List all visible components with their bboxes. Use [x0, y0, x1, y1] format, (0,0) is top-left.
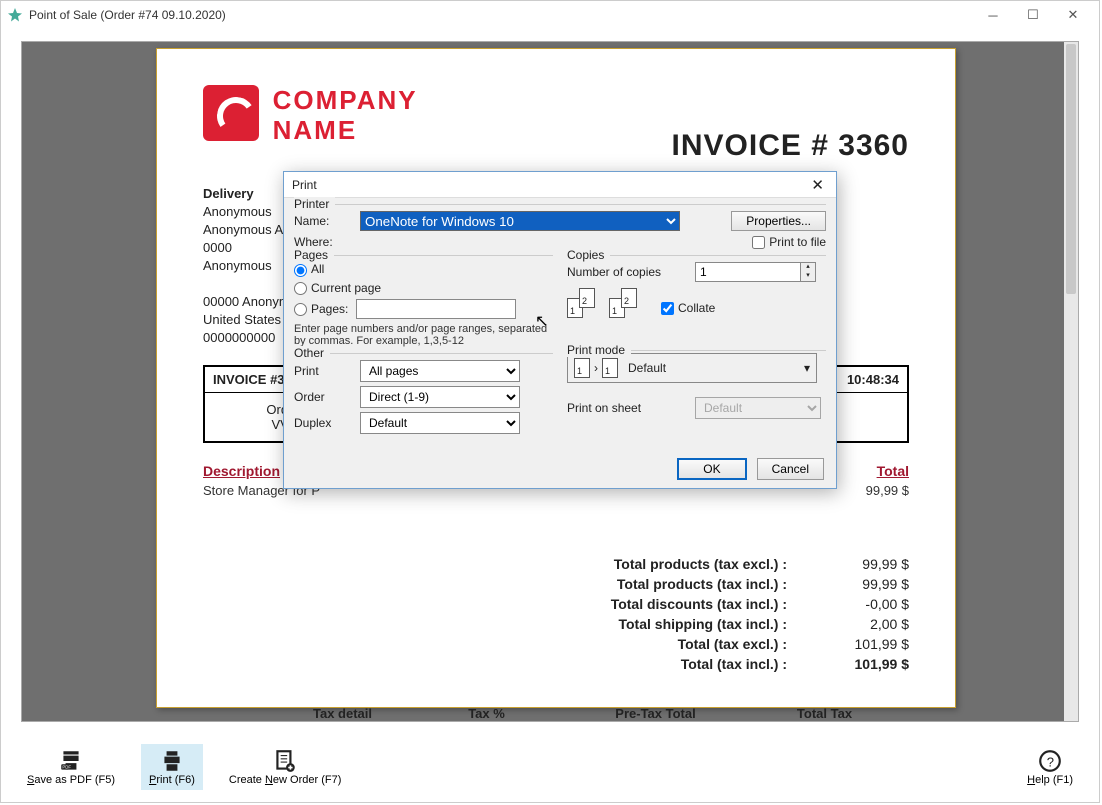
- print-pages-select[interactable]: All pages: [360, 360, 520, 382]
- cancel-button[interactable]: Cancel: [757, 458, 824, 480]
- printer-icon: [159, 748, 185, 774]
- printer-name-label: Name:: [294, 214, 352, 228]
- print-to-file-checkbox[interactable]: Print to file: [752, 235, 826, 249]
- dialog-titlebar: Print ✕: [284, 172, 836, 198]
- print-on-sheet-select: Default: [695, 397, 821, 419]
- print-mode-group: Print mode 1 › 1 Default ▾ Print on shee…: [567, 350, 826, 419]
- maximize-button[interactable]: ☐: [1013, 3, 1053, 27]
- totals-block: Total products (tax excl.) :99,99 $Total…: [203, 554, 909, 674]
- dialog-close-button[interactable]: ✕: [807, 176, 828, 194]
- other-group: Other Print All pages Order Direct (1-9)…: [294, 353, 553, 434]
- dialog-title: Print: [292, 178, 317, 192]
- new-order-icon: [272, 748, 298, 774]
- copies-spinner[interactable]: ▴▾: [801, 262, 816, 282]
- ok-button[interactable]: OK: [677, 458, 746, 480]
- pages-hint: Enter page numbers and/or page ranges, s…: [294, 323, 553, 347]
- pages-group: Pages All Current page Pages: Enter page…: [294, 255, 553, 347]
- invoice-title: INVOICE # 3360: [672, 129, 909, 163]
- tax-row: Products 0.00 99.99 $ 0.00 $: [203, 721, 909, 722]
- bottom-toolbar: PDF Save as PDF (F5) Print (F6) Create N…: [1, 732, 1099, 802]
- app-icon: [7, 7, 23, 23]
- collate-checkbox[interactable]: Collate: [661, 301, 715, 315]
- main-window: Point of Sale (Order #74 09.10.2020) ─ ☐…: [0, 0, 1100, 803]
- minimize-button[interactable]: ─: [973, 3, 1013, 27]
- company-name: COMPANYNAME: [273, 85, 418, 145]
- print-dialog: Print ✕ Printer Name: OneNote for Window…: [283, 171, 837, 489]
- help-icon: ?: [1037, 748, 1063, 774]
- titlebar: Point of Sale (Order #74 09.10.2020) ─ ☐…: [1, 1, 1099, 29]
- close-button[interactable]: ✕: [1053, 3, 1093, 27]
- new-order-button[interactable]: Create New Order (F7): [221, 744, 350, 790]
- preview-scrollbar[interactable]: [1064, 42, 1078, 721]
- company-logo-icon: [203, 85, 259, 141]
- duplex-select[interactable]: Default: [360, 412, 520, 434]
- pages-all-radio[interactable]: All: [294, 262, 324, 276]
- print-button[interactable]: Print (F6): [141, 744, 203, 790]
- tax-header-row: Tax detail Tax % Pre-Tax Total Total Tax: [203, 706, 909, 721]
- pages-range-input[interactable]: [356, 299, 516, 319]
- pdf-icon: PDF: [58, 748, 84, 774]
- printer-select[interactable]: OneNote for Windows 10: [360, 211, 680, 231]
- copies-input[interactable]: [695, 262, 801, 282]
- where-label: Where:: [294, 235, 352, 249]
- svg-text:?: ?: [1047, 754, 1054, 769]
- pages-current-radio[interactable]: Current page: [294, 281, 381, 295]
- description-header: Description: [203, 463, 280, 479]
- save-as-pdf-button[interactable]: PDF Save as PDF (F5): [19, 744, 123, 790]
- copies-group: Copies Number of copies ▴▾ 12 12: [567, 255, 826, 328]
- total-header: Total: [877, 463, 909, 479]
- printer-group: Printer Name: OneNote for Windows 10 Pro…: [294, 204, 826, 249]
- help-button[interactable]: ? Help (F1): [1019, 744, 1081, 790]
- svg-text:PDF: PDF: [62, 765, 71, 770]
- collate-illustration-icon: 12 12: [567, 288, 645, 328]
- order-select[interactable]: Direct (1-9): [360, 386, 520, 408]
- window-title: Point of Sale (Order #74 09.10.2020): [29, 8, 226, 22]
- pages-range-radio[interactable]: Pages:: [294, 302, 348, 316]
- properties-button[interactable]: Properties...: [731, 211, 826, 231]
- print-mode-select[interactable]: 1 › 1 Default ▾: [567, 353, 817, 383]
